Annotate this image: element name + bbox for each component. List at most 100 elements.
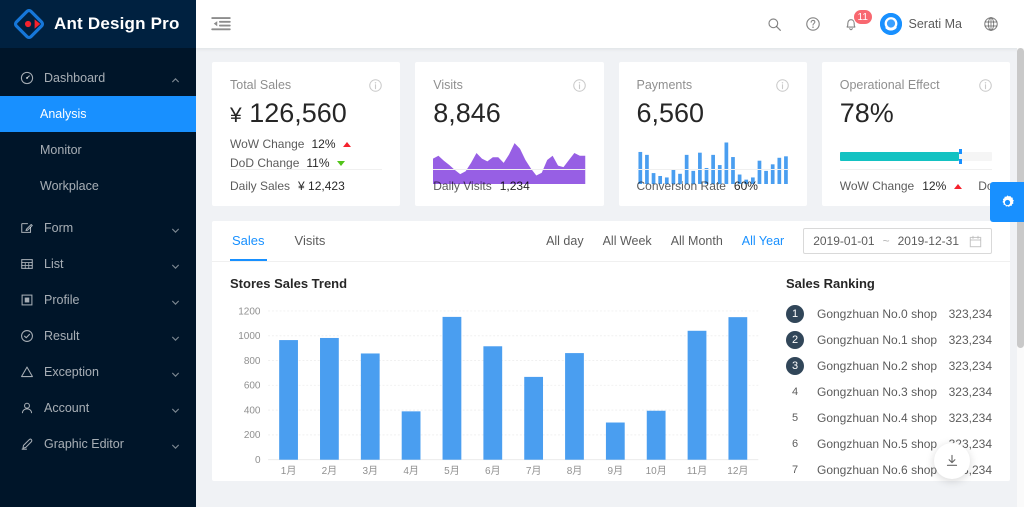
question-circle-icon[interactable] bbox=[796, 4, 830, 44]
sidebar-item-exception-label: Exception bbox=[44, 365, 99, 379]
info-circle-icon[interactable] bbox=[369, 78, 383, 92]
card-footer-value: 12% bbox=[922, 179, 947, 193]
sidebar-item-profile[interactable]: Profile bbox=[0, 282, 196, 318]
info-circle-icon[interactable] bbox=[572, 78, 586, 92]
sidebar-item-form[interactable]: Form bbox=[0, 210, 196, 246]
svg-text:200: 200 bbox=[244, 430, 261, 441]
chart-title: Stores Sales Trend bbox=[230, 276, 348, 291]
date-start[interactable]: 2019-01-01 bbox=[813, 234, 874, 248]
ranking-value: 323,234 bbox=[948, 411, 992, 425]
sidebar-item-result[interactable]: Result bbox=[0, 318, 196, 354]
card-head: Visits bbox=[433, 78, 586, 92]
sidebar-item-account[interactable]: Account bbox=[0, 390, 196, 426]
date-end[interactable]: 2019-12-31 bbox=[898, 234, 959, 248]
chevron-down-icon bbox=[171, 440, 180, 449]
chevron-down-icon bbox=[171, 332, 180, 341]
ranking-shop-name: Gongzhuan No.5 shop bbox=[817, 437, 938, 451]
sidebar-item-dashboard[interactable]: Dashboard bbox=[0, 60, 196, 96]
svg-text:1200: 1200 bbox=[238, 306, 261, 317]
svg-text:3月: 3月 bbox=[362, 465, 378, 477]
ranking-position: 2 bbox=[786, 331, 804, 349]
svg-text:10月: 10月 bbox=[646, 465, 667, 477]
ranking-row[interactable]: 2 Gongzhuan No.1 shop 323,234 bbox=[786, 327, 992, 353]
panel-body: Stores Sales Trend 0 200 400 600 800 1000 1200… bbox=[212, 262, 1010, 481]
stat-cards: Total Sales ¥ 126,560 WoW Change 12% DoD… bbox=[212, 62, 1010, 206]
top-header: 11 Serati Ma bbox=[196, 0, 1024, 48]
sidebar-item-list[interactable]: List bbox=[0, 246, 196, 282]
svg-text:400: 400 bbox=[244, 405, 261, 416]
card-footer-value: 1,234 bbox=[499, 179, 530, 193]
range-all-year[interactable]: All Year bbox=[742, 234, 784, 248]
avatar bbox=[879, 13, 902, 35]
svg-text:4月: 4月 bbox=[403, 465, 419, 477]
range-all-month[interactable]: All Month bbox=[671, 234, 723, 248]
menu-fold-icon[interactable] bbox=[210, 13, 232, 35]
trend-up-icon bbox=[342, 141, 351, 147]
warning-icon bbox=[20, 365, 34, 379]
card-title: Operational Effect bbox=[839, 78, 940, 92]
ranking-shop-name: Gongzhuan No.0 shop bbox=[817, 307, 938, 321]
card-footer-value: ¥ 12,423 bbox=[298, 179, 345, 193]
stores-sales-trend-chart: Stores Sales Trend 0 200 400 600 800 1000 1200… bbox=[230, 276, 764, 481]
date-separator: ~ bbox=[882, 234, 890, 248]
logo-row[interactable]: Ant Design Pro bbox=[0, 0, 196, 48]
sidebar-item-exception[interactable]: Exception bbox=[0, 354, 196, 390]
download-button[interactable] bbox=[934, 443, 970, 479]
bell-icon[interactable]: 11 bbox=[834, 4, 873, 44]
user-name: Serati Ma bbox=[908, 17, 963, 31]
range-all-week[interactable]: All Week bbox=[603, 234, 652, 248]
ranking-row[interactable]: 5 Gongzhuan No.4 shop 323,234 bbox=[786, 405, 992, 431]
sidebar-item-graphic-editor-label: Graphic Editor bbox=[44, 437, 124, 451]
ranking-position: 1 bbox=[786, 305, 804, 323]
ranking-value: 323,234 bbox=[948, 385, 992, 399]
currency-symbol: ¥ bbox=[230, 104, 242, 127]
card-value: 6,560 bbox=[636, 98, 705, 128]
sidebar-item-form-label: Form bbox=[44, 221, 74, 235]
sidebar-item-workplace[interactable]: Workplace bbox=[0, 168, 196, 204]
notification-badge: 11 bbox=[852, 9, 873, 25]
user-menu[interactable]: Serati Ma bbox=[872, 13, 971, 35]
download-icon bbox=[946, 454, 958, 466]
svg-text:1月: 1月 bbox=[281, 465, 297, 477]
page-scrollbar[interactable] bbox=[1017, 48, 1024, 507]
sidebar-item-analysis[interactable]: Analysis bbox=[0, 96, 196, 132]
trend-value: 12% bbox=[311, 136, 336, 151]
ranking-shop-name: Gongzhuan No.6 shop bbox=[817, 463, 938, 477]
gear-icon bbox=[1001, 194, 1014, 207]
info-circle-icon[interactable] bbox=[775, 78, 789, 92]
form-icon bbox=[20, 221, 34, 235]
ranking-shop-name: Gongzhuan No.4 shop bbox=[817, 411, 938, 425]
sidebar-item-result-label: Result bbox=[44, 329, 80, 343]
tab-sales[interactable]: Sales bbox=[230, 221, 267, 261]
ranking-shop-name: Gongzhuan No.2 shop bbox=[817, 359, 938, 373]
ranking-row[interactable]: 3 Gongzhuan No.2 shop 323,234 bbox=[786, 353, 992, 379]
sidebar-item-analysis-label: Analysis bbox=[40, 107, 87, 121]
card-footer: Daily Sales ¥ 12,423 bbox=[230, 169, 383, 193]
panel-tabs: Sales Visits bbox=[230, 221, 327, 261]
svg-text:800: 800 bbox=[244, 356, 261, 367]
ranking-position: 5 bbox=[791, 412, 799, 424]
sidebar-item-monitor[interactable]: Monitor bbox=[0, 132, 196, 168]
table-icon bbox=[20, 257, 34, 271]
svg-text:9月: 9月 bbox=[608, 465, 624, 477]
card-value: 78% bbox=[839, 98, 894, 128]
ranking-shop-name: Gongzhuan No.3 shop bbox=[817, 385, 938, 399]
date-range-picker[interactable]: 2019-01-01 ~ 2019-12-31 bbox=[803, 228, 992, 254]
settings-drawer-button[interactable] bbox=[990, 182, 1024, 222]
app-root: Ant Design Pro Dashboard Analysis Monito… bbox=[0, 0, 1024, 507]
sidebar-item-graphic-editor[interactable]: Graphic Editor bbox=[0, 426, 196, 462]
ranking-row[interactable]: 4 Gongzhuan No.3 shop 323,234 bbox=[786, 379, 992, 405]
tab-visits[interactable]: Visits bbox=[293, 221, 328, 261]
range-all-day[interactable]: All day bbox=[546, 234, 584, 248]
info-circle-icon[interactable] bbox=[979, 78, 992, 92]
global-icon[interactable] bbox=[974, 4, 1008, 44]
search-icon[interactable] bbox=[758, 4, 792, 44]
card-footer: Conversion Rate 60% bbox=[636, 169, 789, 193]
sidebar-item-dashboard-label: Dashboard bbox=[44, 71, 106, 85]
tab-visits-label: Visits bbox=[294, 232, 326, 248]
main-area: 11 Serati Ma Total Sales ¥ 126,560 WoW C… bbox=[196, 0, 1024, 507]
card-trends: WoW Change 12% DoD Change 11% bbox=[230, 135, 382, 173]
card-footer-label: Daily Visits bbox=[433, 179, 492, 193]
page-content: Total Sales ¥ 126,560 WoW Change 12% DoD… bbox=[196, 48, 1024, 507]
ranking-row[interactable]: 1 Gongzhuan No.0 shop 323,234 bbox=[786, 301, 992, 327]
